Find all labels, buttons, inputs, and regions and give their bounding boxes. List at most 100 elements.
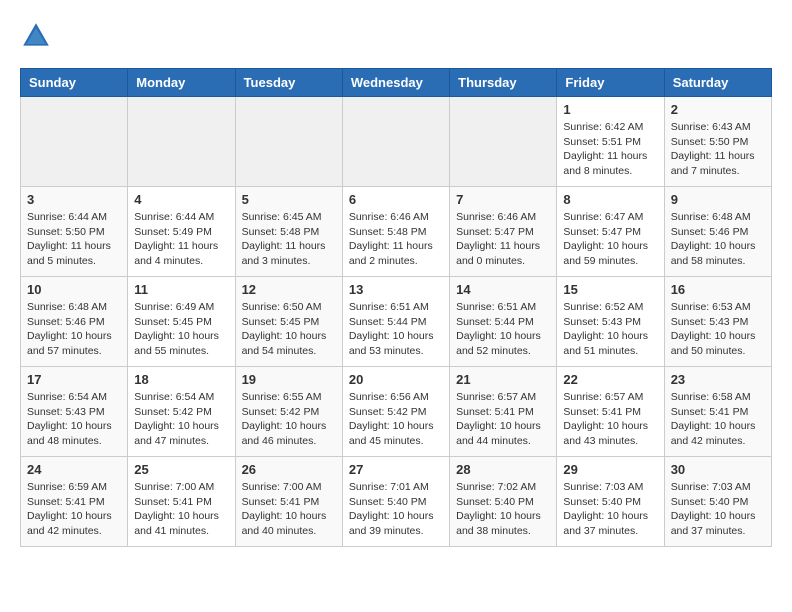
- week-row-4: 17 Sunrise: 6:54 AM Sunset: 5:43 PM Dayli…: [21, 367, 772, 457]
- day-info: Sunrise: 6:49 AM Sunset: 5:45 PM Dayligh…: [134, 300, 228, 359]
- day-info: Sunrise: 6:48 AM Sunset: 5:46 PM Dayligh…: [27, 300, 121, 359]
- day-number: 4: [134, 192, 228, 207]
- header-monday: Monday: [128, 69, 235, 97]
- calendar-cell: 21 Sunrise: 6:57 AM Sunset: 5:41 PM Dayli…: [450, 367, 557, 457]
- day-info: Sunrise: 6:52 AM Sunset: 5:43 PM Dayligh…: [563, 300, 657, 359]
- day-info: Sunrise: 6:50 AM Sunset: 5:45 PM Dayligh…: [242, 300, 336, 359]
- day-info: Sunrise: 6:58 AM Sunset: 5:41 PM Dayligh…: [671, 390, 765, 449]
- week-row-2: 3Sunrise: 6:44 AM Sunset: 5:50 PM Daylig…: [21, 187, 772, 277]
- day-info: Sunrise: 6:56 AM Sunset: 5:42 PM Dayligh…: [349, 390, 443, 449]
- day-number: 25: [134, 462, 228, 477]
- calendar-cell: [450, 97, 557, 187]
- calendar-cell: [21, 97, 128, 187]
- calendar-cell: 9 Sunrise: 6:48 AM Sunset: 5:46 PM Daylig…: [664, 187, 771, 277]
- calendar-cell: 1Sunrise: 6:42 AM Sunset: 5:51 PM Daylig…: [557, 97, 664, 187]
- day-number: 19: [242, 372, 336, 387]
- calendar-cell: 3Sunrise: 6:44 AM Sunset: 5:50 PM Daylig…: [21, 187, 128, 277]
- logo: [20, 20, 56, 52]
- day-number: 29: [563, 462, 657, 477]
- calendar-cell: 30 Sunrise: 7:03 AM Sunset: 5:40 PM Dayli…: [664, 457, 771, 547]
- day-number: 30: [671, 462, 765, 477]
- calendar-cell: 26 Sunrise: 7:00 AM Sunset: 5:41 PM Dayli…: [235, 457, 342, 547]
- day-number: 5: [242, 192, 336, 207]
- day-number: 22: [563, 372, 657, 387]
- calendar-cell: 11 Sunrise: 6:49 AM Sunset: 5:45 PM Dayli…: [128, 277, 235, 367]
- week-row-3: 10Sunrise: 6:48 AM Sunset: 5:46 PM Dayli…: [21, 277, 772, 367]
- week-row-5: 24Sunrise: 6:59 AM Sunset: 5:41 PM Dayli…: [21, 457, 772, 547]
- day-number: 6: [349, 192, 443, 207]
- logo-icon: [20, 20, 52, 52]
- calendar-cell: 28Sunrise: 7:02 AM Sunset: 5:40 PM Dayli…: [450, 457, 557, 547]
- day-number: 2: [671, 102, 765, 117]
- day-info: Sunrise: 6:59 AM Sunset: 5:41 PM Dayligh…: [27, 480, 121, 539]
- day-number: 26: [242, 462, 336, 477]
- day-info: Sunrise: 6:53 AM Sunset: 5:43 PM Dayligh…: [671, 300, 765, 359]
- calendar-cell: [342, 97, 449, 187]
- day-number: 27: [349, 462, 443, 477]
- calendar-cell: 22 Sunrise: 6:57 AM Sunset: 5:41 PM Dayli…: [557, 367, 664, 457]
- calendar-cell: 20Sunrise: 6:56 AM Sunset: 5:42 PM Dayli…: [342, 367, 449, 457]
- calendar-cell: 24Sunrise: 6:59 AM Sunset: 5:41 PM Dayli…: [21, 457, 128, 547]
- header-thursday: Thursday: [450, 69, 557, 97]
- day-info: Sunrise: 6:57 AM Sunset: 5:41 PM Dayligh…: [456, 390, 550, 449]
- day-info: Sunrise: 6:55 AM Sunset: 5:42 PM Dayligh…: [242, 390, 336, 449]
- week-row-1: 1Sunrise: 6:42 AM Sunset: 5:51 PM Daylig…: [21, 97, 772, 187]
- day-number: 17: [27, 372, 121, 387]
- header-wednesday: Wednesday: [342, 69, 449, 97]
- header-sunday: Sunday: [21, 69, 128, 97]
- day-number: 28: [456, 462, 550, 477]
- day-number: 21: [456, 372, 550, 387]
- calendar-cell: 15 Sunrise: 6:52 AM Sunset: 5:43 PM Dayli…: [557, 277, 664, 367]
- day-info: Sunrise: 7:00 AM Sunset: 5:41 PM Dayligh…: [134, 480, 228, 539]
- day-info: Sunrise: 6:57 AM Sunset: 5:41 PM Dayligh…: [563, 390, 657, 449]
- day-number: 8: [563, 192, 657, 207]
- day-number: 23: [671, 372, 765, 387]
- calendar-cell: 14 Sunrise: 6:51 AM Sunset: 5:44 PM Dayli…: [450, 277, 557, 367]
- calendar-cell: 2 Sunrise: 6:43 AM Sunset: 5:50 PM Daylig…: [664, 97, 771, 187]
- day-number: 9: [671, 192, 765, 207]
- calendar-cell: 12 Sunrise: 6:50 AM Sunset: 5:45 PM Dayli…: [235, 277, 342, 367]
- day-number: 11: [134, 282, 228, 297]
- day-info: Sunrise: 7:01 AM Sunset: 5:40 PM Dayligh…: [349, 480, 443, 539]
- day-info: Sunrise: 7:00 AM Sunset: 5:41 PM Dayligh…: [242, 480, 336, 539]
- calendar-cell: 13 Sunrise: 6:51 AM Sunset: 5:44 PM Dayli…: [342, 277, 449, 367]
- day-info: Sunrise: 6:54 AM Sunset: 5:43 PM Dayligh…: [27, 390, 121, 449]
- day-info: Sunrise: 7:03 AM Sunset: 5:40 PM Dayligh…: [563, 480, 657, 539]
- day-number: 1: [563, 102, 657, 117]
- day-info: Sunrise: 6:51 AM Sunset: 5:44 PM Dayligh…: [349, 300, 443, 359]
- day-number: 15: [563, 282, 657, 297]
- calendar-header: SundayMondayTuesdayWednesdayThursdayFrid…: [21, 69, 772, 97]
- calendar-cell: 10Sunrise: 6:48 AM Sunset: 5:46 PM Dayli…: [21, 277, 128, 367]
- day-number: 18: [134, 372, 228, 387]
- day-info: Sunrise: 6:47 AM Sunset: 5:47 PM Dayligh…: [563, 210, 657, 269]
- header-friday: Friday: [557, 69, 664, 97]
- calendar-cell: 19 Sunrise: 6:55 AM Sunset: 5:42 PM Dayli…: [235, 367, 342, 457]
- day-number: 12: [242, 282, 336, 297]
- calendar-cell: 25 Sunrise: 7:00 AM Sunset: 5:41 PM Dayli…: [128, 457, 235, 547]
- header-row: SundayMondayTuesdayWednesdayThursdayFrid…: [21, 69, 772, 97]
- day-info: Sunrise: 7:03 AM Sunset: 5:40 PM Dayligh…: [671, 480, 765, 539]
- header-saturday: Saturday: [664, 69, 771, 97]
- day-info: Sunrise: 6:48 AM Sunset: 5:46 PM Dayligh…: [671, 210, 765, 269]
- day-info: Sunrise: 6:44 AM Sunset: 5:49 PM Dayligh…: [134, 210, 228, 269]
- day-number: 13: [349, 282, 443, 297]
- calendar-cell: 29 Sunrise: 7:03 AM Sunset: 5:40 PM Dayli…: [557, 457, 664, 547]
- day-number: 16: [671, 282, 765, 297]
- calendar-cell: 17 Sunrise: 6:54 AM Sunset: 5:43 PM Dayli…: [21, 367, 128, 457]
- day-number: 14: [456, 282, 550, 297]
- day-info: Sunrise: 6:51 AM Sunset: 5:44 PM Dayligh…: [456, 300, 550, 359]
- calendar-table: SundayMondayTuesdayWednesdayThursdayFrid…: [20, 68, 772, 547]
- calendar-cell: 18Sunrise: 6:54 AM Sunset: 5:42 PM Dayli…: [128, 367, 235, 457]
- day-info: Sunrise: 6:43 AM Sunset: 5:50 PM Dayligh…: [671, 120, 765, 179]
- day-info: Sunrise: 6:44 AM Sunset: 5:50 PM Dayligh…: [27, 210, 121, 269]
- day-number: 7: [456, 192, 550, 207]
- calendar-cell: 27 Sunrise: 7:01 AM Sunset: 5:40 PM Dayli…: [342, 457, 449, 547]
- calendar-cell: 6 Sunrise: 6:46 AM Sunset: 5:48 PM Daylig…: [342, 187, 449, 277]
- day-info: Sunrise: 6:45 AM Sunset: 5:48 PM Dayligh…: [242, 210, 336, 269]
- calendar-cell: 23 Sunrise: 6:58 AM Sunset: 5:41 PM Dayli…: [664, 367, 771, 457]
- calendar-cell: 5 Sunrise: 6:45 AM Sunset: 5:48 PM Daylig…: [235, 187, 342, 277]
- day-info: Sunrise: 6:46 AM Sunset: 5:47 PM Dayligh…: [456, 210, 550, 269]
- calendar-cell: 8 Sunrise: 6:47 AM Sunset: 5:47 PM Daylig…: [557, 187, 664, 277]
- calendar-cell: 16 Sunrise: 6:53 AM Sunset: 5:43 PM Dayli…: [664, 277, 771, 367]
- day-info: Sunrise: 6:46 AM Sunset: 5:48 PM Dayligh…: [349, 210, 443, 269]
